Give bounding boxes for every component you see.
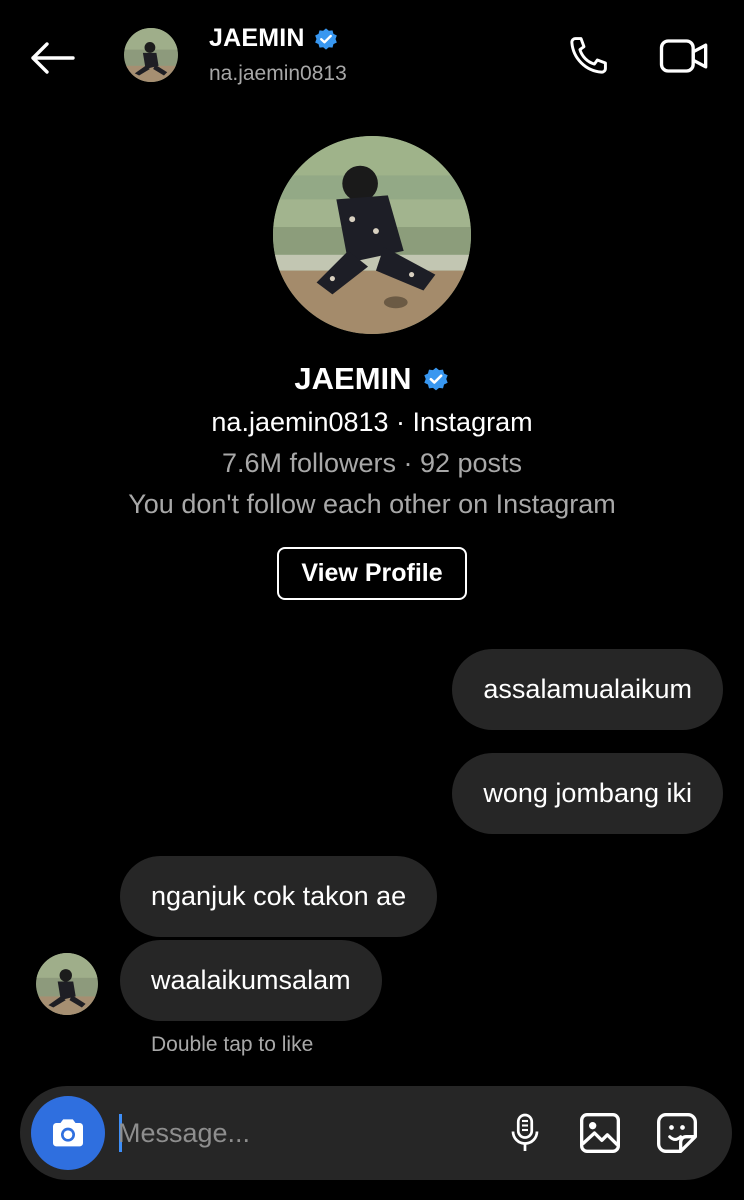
profile-avatar[interactable] (273, 136, 471, 334)
sticker-button[interactable] (652, 1108, 702, 1158)
message-composer (20, 1086, 732, 1180)
verified-badge-icon (423, 367, 448, 391)
profile-handle-line: na.jaemin0813 · Instagram (211, 407, 533, 437)
arrow-left-icon (31, 42, 75, 74)
gallery-icon (580, 1113, 620, 1153)
header-name: JAEMIN (209, 24, 305, 52)
header-title[interactable]: JAEMIN (209, 24, 339, 53)
profile-card: JAEMIN na.jaemin0813 · Instagram 7.6M fo… (0, 136, 744, 600)
message-received[interactable]: waalaikumsalam (120, 940, 382, 1021)
phone-icon (570, 37, 607, 74)
gallery-button[interactable] (575, 1108, 625, 1158)
back-button[interactable] (26, 34, 78, 82)
video-camera-icon (659, 39, 708, 73)
sender-avatar[interactable] (36, 953, 98, 1015)
message-sent[interactable]: wong jombang iki (452, 753, 723, 834)
message-input[interactable] (118, 1108, 478, 1158)
chat-header: JAEMIN na.jaemin0813 (0, 0, 744, 118)
profile-relationship-line: You don't follow each other on Instagram (128, 489, 616, 519)
message-sent[interactable]: assalamualaikum (452, 649, 723, 730)
profile-name: JAEMIN (294, 361, 412, 396)
message-received[interactable]: nganjuk cok takon ae (120, 856, 438, 937)
double-tap-hint: Double tap to like (151, 1033, 314, 1056)
header-avatar[interactable] (124, 28, 178, 82)
microphone-icon (511, 1113, 539, 1151)
header-handle: na.jaemin0813 (209, 62, 347, 85)
voice-message-button[interactable] (500, 1108, 550, 1158)
sticker-icon (657, 1113, 697, 1153)
view-profile-button[interactable]: View Profile (277, 547, 467, 600)
audio-call-button[interactable] (562, 32, 614, 80)
camera-button[interactable] (31, 1096, 105, 1170)
profile-stats-line: 7.6M followers · 92 posts (221, 448, 523, 478)
video-call-button[interactable] (656, 32, 712, 80)
verified-badge-icon (314, 27, 337, 50)
profile-name-row: JAEMIN (0, 360, 744, 398)
camera-icon (53, 1119, 83, 1147)
